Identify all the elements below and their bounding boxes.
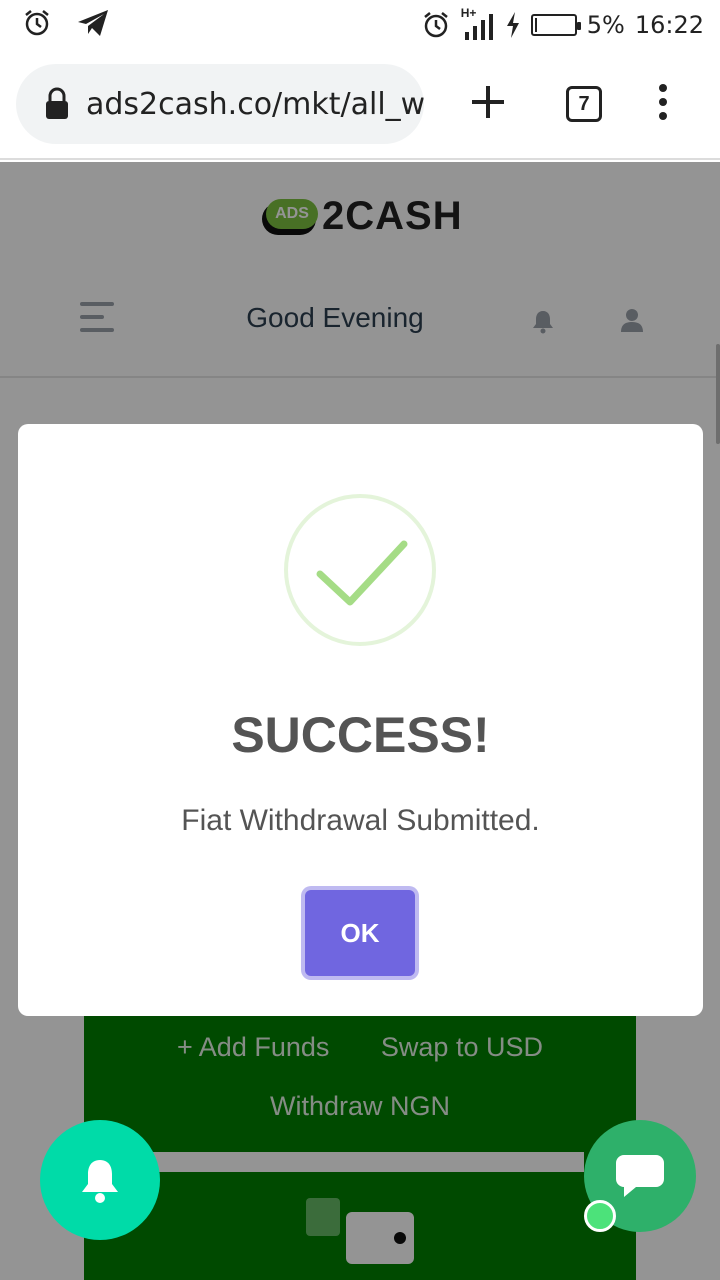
alarm-icon — [423, 12, 448, 38]
checkmark-icon — [316, 540, 408, 606]
tab-switcher-button[interactable]: 7 — [566, 86, 602, 122]
battery-icon — [530, 14, 581, 36]
clock: 16:22 — [634, 11, 704, 39]
alarm-icon — [25, 10, 49, 36]
telegram-icon — [78, 10, 108, 36]
bell-icon — [82, 1160, 118, 1203]
chat-bubble-icon — [616, 1155, 664, 1197]
dialog-message: Fiat Withdrawal Submitted. — [181, 804, 540, 837]
url-text: ads2cash.co/mkt/all_w — [86, 86, 424, 122]
battery-percent: 5% — [586, 11, 625, 39]
floating-notification-button[interactable] — [40, 1120, 160, 1240]
status-bar-left — [22, 8, 110, 38]
charging-icon — [506, 12, 519, 38]
tab-count: 7 — [578, 92, 590, 115]
lock-icon — [46, 87, 68, 119]
dialog-title: SUCCESS! — [231, 707, 490, 763]
success-dialog: SUCCESS! Fiat Withdrawal Submitted. OK — [18, 424, 703, 1016]
address-bar[interactable]: ads2cash.co/mkt/all_w — [16, 64, 424, 144]
browser-toolbar: ads2cash.co/mkt/all_w 7 — [0, 50, 720, 160]
more-menu-icon[interactable] — [650, 80, 676, 124]
status-bar: H+ 5% 16:22 — [0, 0, 720, 50]
new-tab-plus-icon[interactable] — [466, 80, 510, 124]
ok-button[interactable]: OK — [305, 890, 415, 976]
online-status-indicator — [584, 1200, 616, 1232]
status-bar-right: H+ 5% 16:22 — [421, 6, 704, 42]
signal-icon: H+ — [461, 6, 495, 42]
